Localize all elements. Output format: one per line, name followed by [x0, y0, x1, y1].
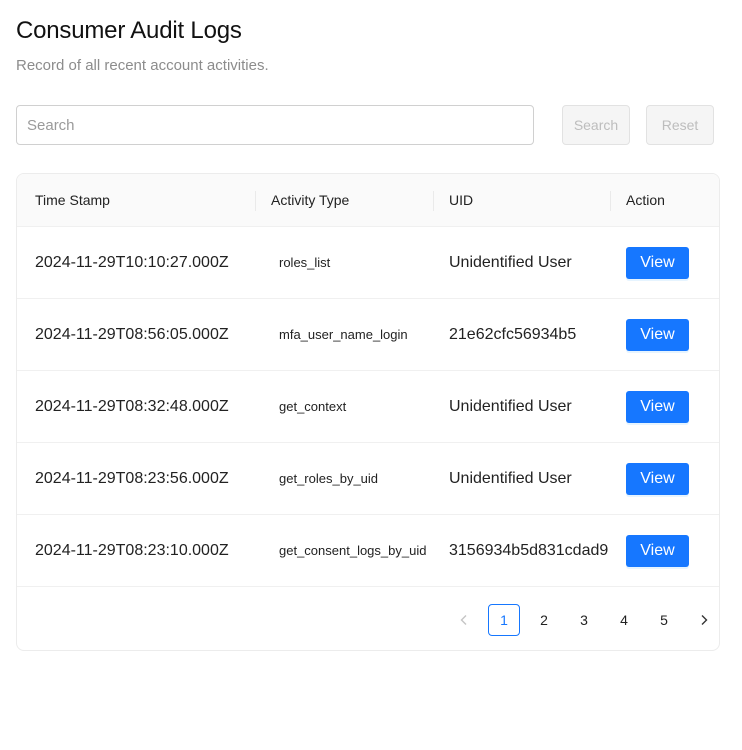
- table-header: Time Stamp Activity Type UID Action: [17, 174, 719, 227]
- cell-uid: 3156934b5d831cdad9: [449, 542, 609, 559]
- cell-uid: Unidentified User: [449, 254, 572, 271]
- cell-activity-type: get_consent_logs_by_uid: [279, 543, 427, 558]
- column-divider: [255, 191, 256, 211]
- column-header-uid: UID: [449, 192, 474, 208]
- pagination-prev-button[interactable]: [448, 604, 480, 636]
- pagination-page-5[interactable]: 5: [648, 604, 680, 636]
- chevron-left-icon: [460, 615, 467, 625]
- page-title: Consumer Audit Logs: [16, 17, 242, 44]
- view-button[interactable]: View: [626, 535, 689, 567]
- column-divider: [433, 191, 434, 211]
- view-button[interactable]: View: [626, 391, 689, 423]
- view-button[interactable]: View: [626, 247, 689, 279]
- cell-activity-type: mfa_user_name_login: [279, 327, 408, 342]
- reset-button[interactable]: Reset: [646, 105, 714, 145]
- pagination-page-3[interactable]: 3: [568, 604, 600, 636]
- table-row: 2024-11-29T08:23:10.000Z get_consent_log…: [17, 515, 719, 587]
- table-row: 2024-11-29T08:56:05.000Z mfa_user_name_l…: [17, 299, 719, 371]
- cell-activity-type: get_roles_by_uid: [279, 471, 379, 486]
- cell-uid: Unidentified User: [449, 398, 572, 415]
- search-input[interactable]: [16, 105, 534, 145]
- cell-time-stamp: 2024-11-29T08:32:48.000Z: [35, 398, 229, 415]
- cell-time-stamp: 2024-11-29T08:56:05.000Z: [35, 326, 229, 343]
- table-row: 2024-11-29T08:23:56.000Z get_roles_by_ui…: [17, 443, 719, 515]
- pagination-page-1[interactable]: 1: [488, 604, 520, 636]
- cell-activity-type: get_context: [279, 399, 347, 414]
- audit-log-table: Time Stamp Activity Type UID Action 2024…: [16, 173, 720, 651]
- view-button[interactable]: View: [626, 463, 689, 495]
- cell-activity-type: roles_list: [279, 255, 331, 270]
- pagination-page-4[interactable]: 4: [608, 604, 640, 636]
- page-subtitle: Record of all recent account activities.: [16, 57, 269, 74]
- table-row: 2024-11-29T10:10:27.000Z roles_list Unid…: [17, 227, 719, 299]
- cell-time-stamp: 2024-11-29T08:23:56.000Z: [35, 470, 229, 487]
- chevron-right-icon: [701, 615, 708, 625]
- column-header-activity-type: Activity Type: [271, 192, 350, 208]
- cell-time-stamp: 2024-11-29T10:10:27.000Z: [35, 254, 229, 271]
- column-header-action: Action: [626, 192, 665, 208]
- cell-time-stamp: 2024-11-29T08:23:10.000Z: [35, 542, 229, 559]
- cell-uid: Unidentified User: [449, 470, 572, 487]
- column-divider: [610, 191, 611, 211]
- search-button[interactable]: Search: [562, 105, 630, 145]
- pagination-page-2[interactable]: 2: [528, 604, 560, 636]
- table-row: 2024-11-29T08:32:48.000Z get_context Uni…: [17, 371, 719, 443]
- cell-uid: 21e62cfc56934b5: [449, 326, 577, 343]
- column-header-time-stamp: Time Stamp: [35, 192, 110, 208]
- view-button[interactable]: View: [626, 319, 689, 351]
- pagination-next-button[interactable]: [688, 604, 719, 636]
